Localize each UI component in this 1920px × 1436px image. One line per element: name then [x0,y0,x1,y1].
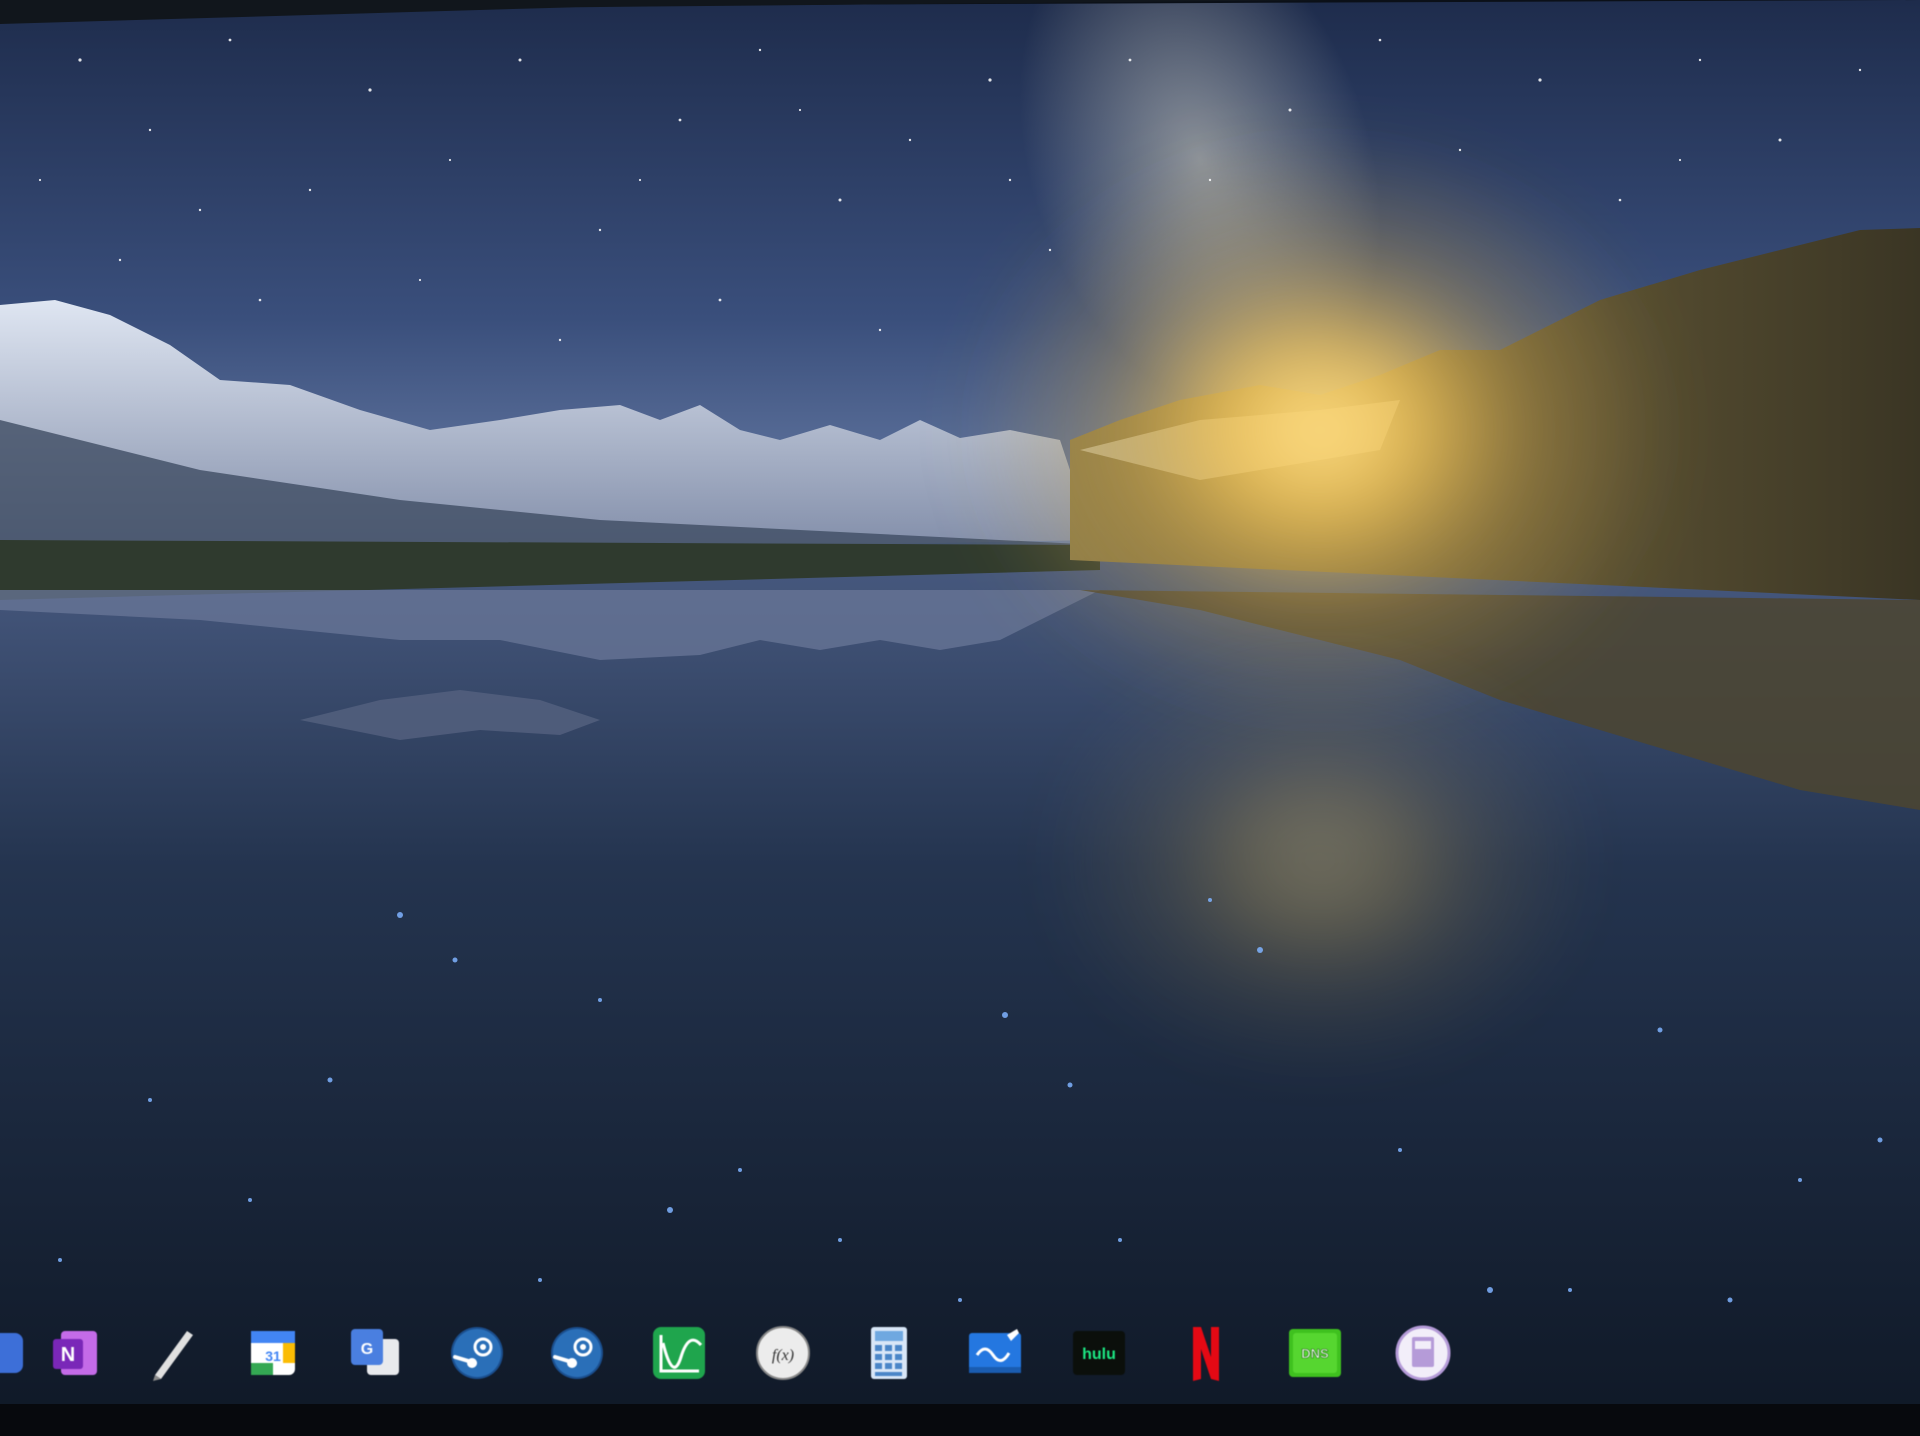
app-icon-partial [0,1333,23,1373]
monitor-bezel-bottom [0,1404,1920,1436]
google-calendar-icon: 31 [251,1331,295,1375]
steam-icon [451,1327,503,1379]
function-icon: f(x) [756,1326,810,1380]
svg-text:DNS: DNS [1301,1346,1329,1361]
dock-item-notes[interactable] [1390,1320,1456,1386]
dock-item-translate[interactable]: G [342,1320,408,1386]
svg-text:G: G [361,1341,373,1358]
dock-item-formula[interactable]: f(x) [750,1320,816,1386]
svg-text:hulu: hulu [1082,1346,1116,1363]
desktop-wallpaper [0,0,1920,1436]
hulu-icon: hulu [1073,1331,1125,1375]
dock-item-pen[interactable] [138,1320,204,1386]
svg-text:N: N [61,1344,75,1366]
google-translate-icon: G [351,1329,399,1375]
dock-item-dns[interactable]: DNS [1282,1320,1348,1386]
dock-item-netflix[interactable] [1172,1320,1238,1386]
dock-item-steam-2[interactable] [544,1320,610,1386]
dock-item-calculator[interactable] [856,1320,922,1386]
notes-icon [1395,1325,1451,1381]
svg-text:f(x): f(x) [772,1347,794,1364]
dock-item-partial[interactable] [0,1320,36,1386]
desktop-screen: N 31 G f(x) hulu DNS [0,0,1920,1436]
steam-icon [551,1327,603,1379]
pen-icon [153,1331,193,1381]
taskbar-dock: N 31 G f(x) hulu DNS [0,1320,1920,1404]
onenote-icon: N [53,1331,97,1375]
svg-text:31: 31 [265,1348,281,1364]
dock-item-calendar[interactable]: 31 [240,1320,306,1386]
whiteboard-icon [969,1329,1021,1373]
graphing-icon [653,1327,705,1379]
dock-item-whiteboard[interactable] [962,1320,1028,1386]
calculator-icon [871,1327,907,1379]
netflix-icon [1193,1327,1219,1381]
dock-item-steam-1[interactable] [444,1320,510,1386]
dock-item-grapher[interactable] [646,1320,712,1386]
dns-icon: DNS [1289,1329,1341,1377]
dock-item-onenote[interactable]: N [42,1320,108,1386]
dock-item-hulu[interactable]: hulu [1066,1320,1132,1386]
